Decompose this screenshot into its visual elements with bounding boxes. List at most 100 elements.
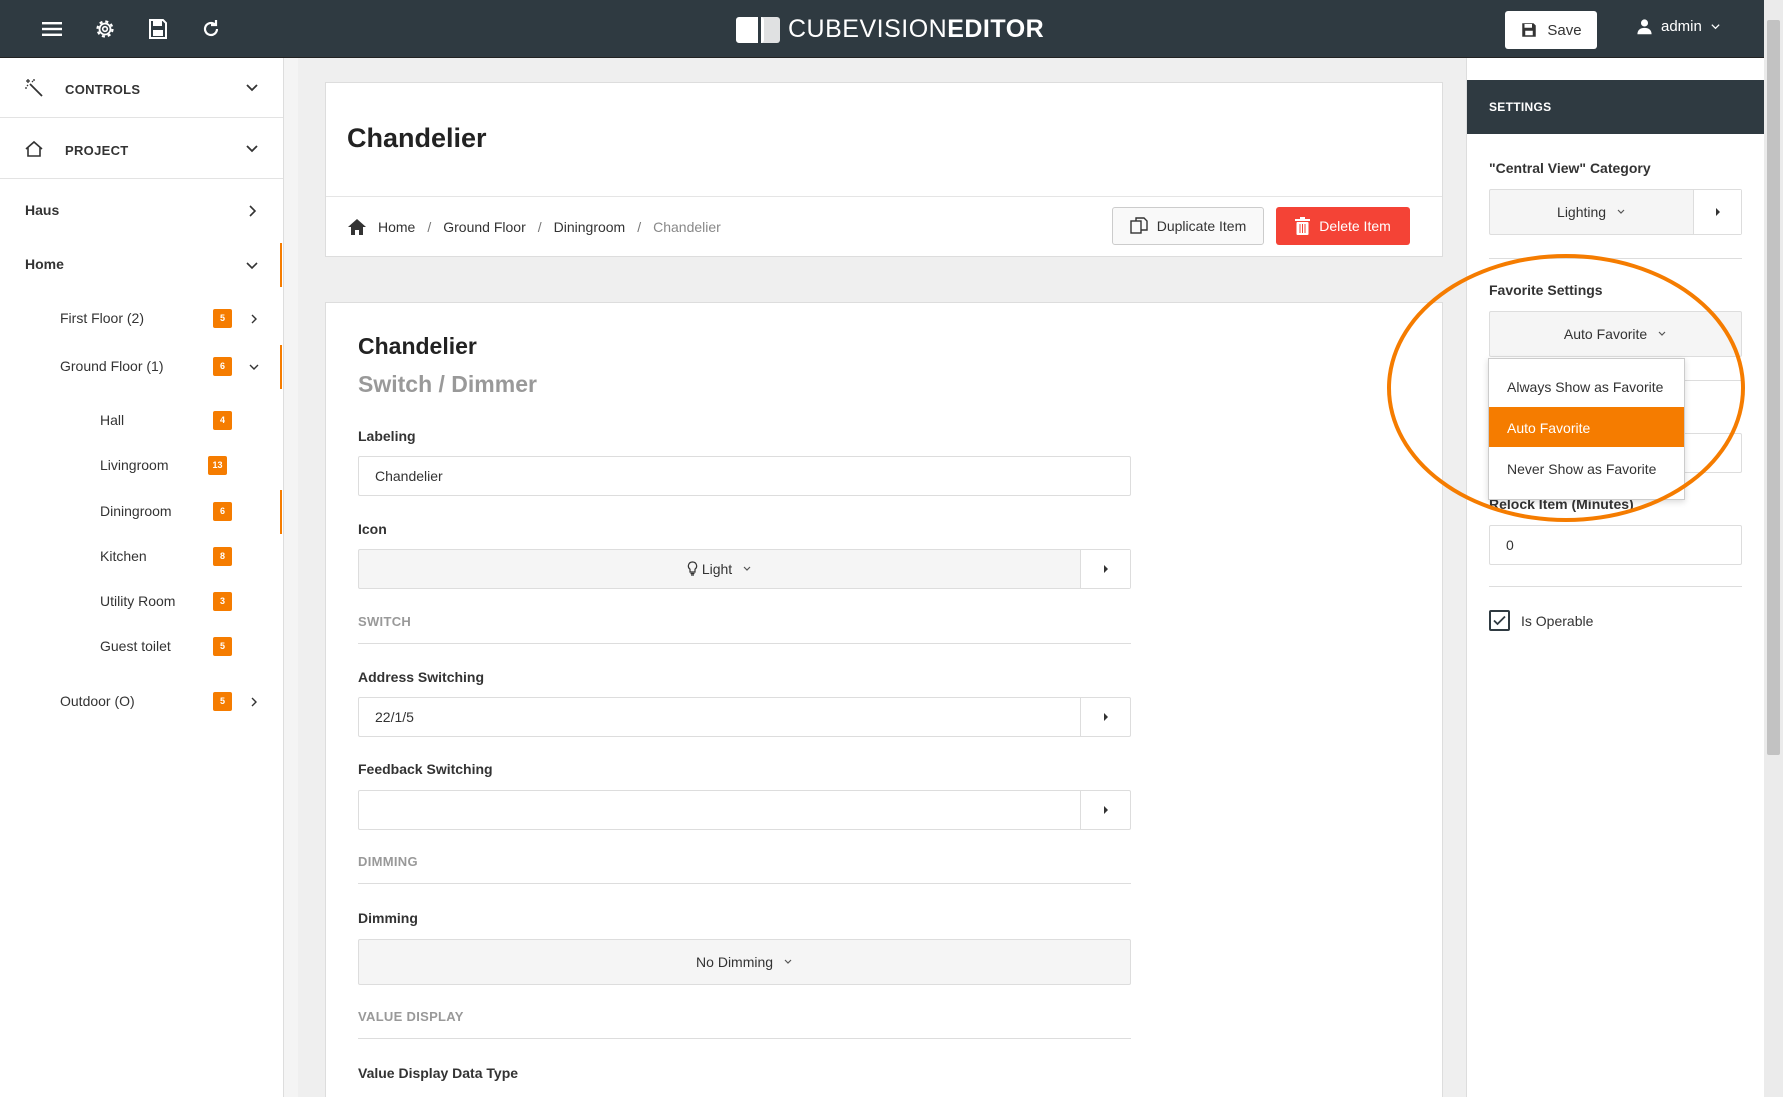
active-marker <box>280 243 282 287</box>
caret-right-icon <box>1715 208 1720 216</box>
sidebar-section-project[interactable]: PROJECT <box>0 119 283 179</box>
count-badge: 4 <box>213 411 232 430</box>
sidebar-scrollbar[interactable] <box>284 58 298 1097</box>
favorite-settings-select[interactable]: Auto Favorite <box>1489 311 1742 357</box>
chevron-down-icon <box>245 80 259 97</box>
caret-right-icon <box>1103 565 1108 573</box>
central-view-category-select[interactable]: Lighting <box>1489 189 1742 235</box>
central-view-category-button[interactable] <box>1693 190 1741 234</box>
breadcrumb-separator: / <box>637 219 642 235</box>
tree-item-ground-floor[interactable]: Ground Floor (1) 6 <box>0 345 283 389</box>
labeling-field[interactable]: Chandelier <box>358 456 1131 496</box>
chevron-down-icon <box>245 258 259 275</box>
breadcrumb-separator: / <box>537 219 542 235</box>
count-badge: 8 <box>213 547 232 566</box>
section-header-dimming: DIMMING <box>358 854 1131 884</box>
breadcrumb-diningroom[interactable]: Diningroom <box>554 219 626 235</box>
feedback-switching-picker-button[interactable] <box>1080 791 1130 829</box>
item-header-card: Chandelier Home / Ground Floor / Diningr… <box>325 82 1443 257</box>
tree-item-label: Home <box>25 256 64 272</box>
section-header-value-display: VALUE DISPLAY <box>358 1009 1131 1039</box>
dropdown-option-never-show[interactable]: Never Show as Favorite <box>1489 448 1684 488</box>
cube-logo-icon <box>736 15 782 43</box>
chevron-right-icon <box>246 204 258 221</box>
tree-item-first-floor[interactable]: First Floor (2) 5 <box>0 299 283 339</box>
delete-item-button[interactable]: Delete Item <box>1276 207 1410 245</box>
divider <box>1489 258 1742 259</box>
tree-item-utility-room[interactable]: Utility Room 3 <box>0 582 283 622</box>
breadcrumb-home[interactable]: Home <box>378 219 415 235</box>
breadcrumb-current: Chandelier <box>653 219 721 235</box>
checkbox-box[interactable] <box>1489 610 1510 631</box>
tree-item-label: Ground Floor (1) <box>60 358 164 374</box>
count-badge: 5 <box>213 637 232 656</box>
floppy-icon[interactable] <box>146 17 170 41</box>
favorite-settings-value: Auto Favorite <box>1563 326 1648 342</box>
section-header-switch: SWITCH <box>358 614 1131 644</box>
tree-item-label: Hall <box>100 412 125 428</box>
item-form-card: Chandelier Switch / Dimmer Labeling Chan… <box>325 302 1443 1097</box>
chevron-down-icon <box>248 360 260 376</box>
user-icon <box>1637 19 1652 35</box>
window-scrollbar[interactable] <box>1764 0 1783 1097</box>
tree-item-home[interactable]: Home <box>0 243 283 287</box>
tree-item-hall[interactable]: Hall 4 <box>0 401 283 441</box>
top-bar: CUBEVISION EDITOR Save admin <box>0 0 1783 58</box>
value-display-type-label: Value Display Data Type <box>358 1065 519 1081</box>
user-menu[interactable]: admin <box>1636 18 1721 35</box>
favorite-settings-dropdown: Always Show as Favorite Auto Favorite Ne… <box>1488 358 1685 500</box>
tree-item-label: Utility Room <box>100 593 176 609</box>
tree-item-livingroom[interactable]: Livingroom 13 <box>0 446 283 486</box>
sidebar: CONTROLS PROJECT Haus Home First Floor (… <box>0 58 284 1097</box>
menu-icon[interactable] <box>40 17 64 41</box>
tree-item-diningroom[interactable]: Diningroom 6 <box>0 490 283 534</box>
feedback-switching-field[interactable] <box>358 790 1131 830</box>
tree-item-label: Haus <box>25 202 60 218</box>
favorite-settings-label: Favorite Settings <box>1489 282 1603 298</box>
is-operable-checkbox[interactable]: Is Operable <box>1489 610 1593 631</box>
refresh-icon[interactable] <box>199 17 223 41</box>
gear-icon[interactable] <box>93 17 117 41</box>
icon-value: Light <box>701 561 733 577</box>
tree-item-kitchen[interactable]: Kitchen 8 <box>0 537 283 577</box>
tree-item-guest-toilet[interactable]: Guest toilet 5 <box>0 627 283 667</box>
settings-panel: SETTINGS "Central View" Category Lightin… <box>1466 58 1765 1097</box>
save-button[interactable]: Save <box>1505 11 1597 49</box>
tree-item-label: Diningroom <box>100 503 172 519</box>
address-switching-field[interactable]: 22/1/5 <box>358 697 1131 737</box>
count-badge: 3 <box>213 592 232 611</box>
sidebar-section-controls[interactable]: CONTROLS <box>0 58 283 118</box>
divider <box>1489 586 1742 587</box>
user-name: admin <box>1661 18 1702 35</box>
count-badge: 5 <box>213 309 232 328</box>
icon-select[interactable]: Light <box>358 549 1131 589</box>
chevron-down-icon <box>784 959 792 964</box>
active-marker <box>280 490 282 534</box>
tree-item-haus[interactable]: Haus <box>0 191 283 231</box>
labeling-label: Labeling <box>358 428 416 444</box>
tree-item-label: Guest toilet <box>100 638 171 654</box>
breadcrumb-separator: / <box>427 219 432 235</box>
dropdown-option-auto-favorite[interactable]: Auto Favorite <box>1489 407 1684 447</box>
duplicate-item-button[interactable]: Duplicate Item <box>1112 207 1264 245</box>
copy-icon <box>1130 217 1148 234</box>
relock-item-field[interactable]: 0 <box>1489 525 1742 565</box>
brand-name-light: CUBEVISION <box>788 14 948 43</box>
breadcrumb: Home / Ground Floor / Diningroom / Chand… <box>347 218 721 236</box>
tree-item-outdoor[interactable]: Outdoor (O) 5 <box>0 682 283 722</box>
address-switching-picker-button[interactable] <box>1080 698 1130 736</box>
dimming-select[interactable]: No Dimming <box>358 939 1131 985</box>
form-subtitle: Switch / Dimmer <box>358 371 537 397</box>
app-logo: CUBEVISION EDITOR <box>736 12 1044 46</box>
icon-picker-button[interactable] <box>1080 550 1130 588</box>
trash-icon <box>1295 217 1311 235</box>
tree-item-label: Kitchen <box>100 548 147 564</box>
dropdown-option-always-show[interactable]: Always Show as Favorite <box>1489 366 1684 406</box>
home-icon[interactable] <box>347 218 367 236</box>
dimming-label: Dimming <box>358 910 418 926</box>
icon-label: Icon <box>358 521 387 537</box>
breadcrumb-ground-floor[interactable]: Ground Floor <box>443 219 525 235</box>
chevron-down-icon <box>1711 24 1720 30</box>
sidebar-section-label: PROJECT <box>65 143 129 158</box>
scrollbar-thumb[interactable] <box>1767 20 1780 755</box>
